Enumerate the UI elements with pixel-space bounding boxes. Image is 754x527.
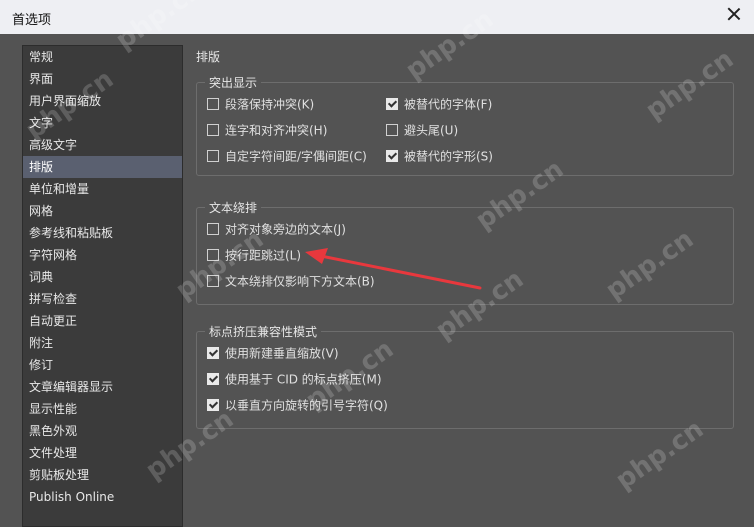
- window-title: 首选项: [12, 13, 52, 28]
- checkbox-rotated-quotes[interactable]: 以垂直方向旋转的引号字符(Q): [207, 396, 388, 414]
- section-title: 排版: [196, 50, 221, 64]
- checkbox[interactable]: [207, 398, 219, 411]
- sidebar-item-story-editor[interactable]: 文章编辑器显示: [23, 376, 182, 398]
- checkbox-substituted-fonts[interactable]: 被替代的字体(F): [386, 95, 492, 113]
- group-label: 突出显示: [205, 74, 262, 91]
- sidebar-item-file-handling[interactable]: 文件处理: [23, 442, 182, 464]
- checkbox-label: 段落保持冲突(K): [225, 97, 315, 112]
- checkbox[interactable]: [207, 274, 219, 287]
- checkbox-label: 以垂直方向旋转的引号字符(Q): [225, 398, 388, 413]
- sidebar-item-general[interactable]: 常规: [23, 46, 182, 68]
- checkbox[interactable]: [207, 149, 219, 162]
- checkbox-keep-violations[interactable]: 段落保持冲突(K): [207, 95, 314, 113]
- annotation-arrow-icon: [305, 248, 482, 290]
- sidebar-item-composition[interactable]: 排版: [23, 156, 182, 178]
- checkbox-cid-mojikumi[interactable]: 使用基于 CID 的标点挤压(M): [207, 370, 382, 388]
- checkbox-label: 使用新建垂直缩放(V): [225, 346, 339, 361]
- checkbox-hj-violations[interactable]: 连字和对齐冲突(H): [207, 121, 327, 139]
- sidebar-item-notes[interactable]: 附注: [23, 332, 182, 354]
- checkbox-label: 使用基于 CID 的标点挤压(M): [225, 372, 382, 387]
- highlight-group: 突出显示 段落保持冲突(K) 连字和对齐冲突(H) 自定字符间距/字偶间距(C)…: [196, 74, 734, 176]
- checkbox[interactable]: [386, 123, 398, 136]
- checkbox-label: 连字和对齐冲突(H): [225, 123, 328, 138]
- checkbox[interactable]: [207, 222, 219, 235]
- checkbox-kinsoku[interactable]: 避头尾(U): [386, 121, 458, 139]
- sidebar-item-display-performance[interactable]: 显示性能: [23, 398, 182, 420]
- checkbox[interactable]: [207, 248, 219, 261]
- checkbox-label: 被替代的字形(S): [404, 149, 493, 164]
- checkbox-label: 避头尾(U): [404, 123, 459, 138]
- checkbox-custom-tracking[interactable]: 自定字符间距/字偶间距(C): [207, 147, 367, 165]
- checkbox-substituted-glyphs[interactable]: 被替代的字形(S): [386, 147, 493, 165]
- sidebar-item-units[interactable]: 单位和增量: [23, 178, 182, 200]
- checkbox[interactable]: [207, 346, 219, 359]
- sidebar-item-grids[interactable]: 网格: [23, 200, 182, 222]
- sidebar-item-guides[interactable]: 参考线和粘贴板: [23, 222, 182, 244]
- sidebar-item-ui-scaling[interactable]: 用户界面缩放: [23, 90, 182, 112]
- close-icon[interactable]: [726, 6, 742, 22]
- sidebar-item-advanced-type[interactable]: 高级文字: [23, 134, 182, 156]
- checkbox-label: 自定字符间距/字偶间距(C): [225, 149, 367, 164]
- checkbox[interactable]: [386, 97, 398, 110]
- sidebar-item-dictionary[interactable]: 词典: [23, 266, 182, 288]
- sidebar-item-track-changes[interactable]: 修订: [23, 354, 182, 376]
- sidebar-item-type[interactable]: 文字: [23, 112, 182, 134]
- checkbox-new-vertical-scaling[interactable]: 使用新建垂直缩放(V): [207, 344, 339, 362]
- category-list[interactable]: 常规 界面 用户界面缩放 文字 高级文字 排版 单位和增量 网格 参考线和粘贴板…: [22, 45, 183, 527]
- checkbox-label: 按行距跳过(L): [225, 248, 302, 263]
- checkbox[interactable]: [207, 97, 219, 110]
- title-bar: 首选项: [0, 0, 754, 34]
- checkbox[interactable]: [207, 372, 219, 385]
- punctuation-compat-group: 标点挤压兼容性模式 使用新建垂直缩放(V) 使用基于 CID 的标点挤压(M) …: [196, 323, 734, 429]
- checkbox-label: 对齐对象旁边的文本(J): [225, 222, 346, 237]
- group-label: 文本绕排: [205, 199, 262, 216]
- sidebar-item-spelling[interactable]: 拼写检查: [23, 288, 182, 310]
- checkbox[interactable]: [386, 149, 398, 162]
- checkbox[interactable]: [207, 123, 219, 136]
- sidebar-item-interface[interactable]: 界面: [23, 68, 182, 90]
- sidebar-item-autocorrect[interactable]: 自动更正: [23, 310, 182, 332]
- sidebar-item-frame-grid[interactable]: 字符网格: [23, 244, 182, 266]
- group-label: 标点挤压兼容性模式: [205, 323, 322, 340]
- checkbox-label: 被替代的字体(F): [404, 97, 493, 112]
- sidebar-item-black[interactable]: 黑色外观: [23, 420, 182, 442]
- sidebar-item-publish-online[interactable]: Publish Online: [23, 486, 182, 508]
- checkbox-skip-by-leading[interactable]: 按行距跳过(L): [207, 246, 301, 264]
- checkbox-justify-next-to-object[interactable]: 对齐对象旁边的文本(J): [207, 220, 346, 238]
- sidebar-item-clipboard[interactable]: 剪贴板处理: [23, 464, 182, 486]
